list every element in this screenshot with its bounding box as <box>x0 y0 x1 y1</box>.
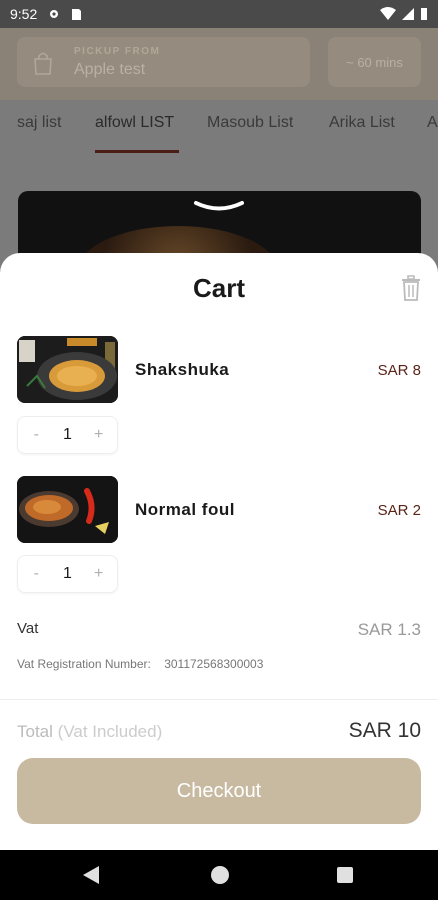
tab-arika-list[interactable]: Arika List <box>329 114 395 132</box>
decrement-button[interactable]: - <box>26 426 46 444</box>
vat-registration-label: Vat Registration Number: <box>17 657 151 671</box>
active-tab-indicator <box>95 150 179 153</box>
quantity-stepper: - 1 + <box>17 555 118 593</box>
total-label-group: Total (Vat Included) <box>17 722 162 742</box>
divider <box>0 699 438 700</box>
pickup-store: Apple test <box>74 61 146 78</box>
shopping-bag-icon <box>34 52 52 75</box>
total-value: SAR 10 <box>348 719 421 742</box>
item-name: Shakshuka <box>135 360 230 379</box>
quantity-stepper: - 1 + <box>17 416 118 454</box>
signal-icon <box>402 8 414 20</box>
home-icon[interactable] <box>211 866 229 884</box>
total-label: Total <box>17 722 53 741</box>
pickup-location-box[interactable]: PICKUP FROM Apple test <box>17 37 310 87</box>
sd-card-icon <box>72 9 82 20</box>
item-name: Normal foul <box>135 500 235 519</box>
vat-registration-number: 301172568300003 <box>164 657 264 671</box>
total-vat-note: (Vat Included) <box>57 722 163 741</box>
chevron-down-icon[interactable] <box>193 200 245 214</box>
vat-value: SAR 1.3 <box>357 620 421 639</box>
eta-box[interactable]: ~ 60 mins <box>328 37 421 87</box>
pickup-label: PICKUP FROM <box>74 46 161 57</box>
checkout-button[interactable]: Checkout <box>17 758 421 824</box>
wifi-icon <box>380 7 396 20</box>
increment-button[interactable]: + <box>89 565 109 583</box>
cart-sheet: Cart Shakshuka SAR 8 - 1 + Normal foul S… <box>0 253 438 850</box>
pickup-header: PICKUP FROM Apple test ~ 60 mins <box>0 28 438 100</box>
vat-registration: Vat Registration Number: 301172568300003 <box>17 657 263 671</box>
cart-title: Cart <box>192 273 245 303</box>
vat-label: Vat <box>17 620 39 637</box>
trash-icon[interactable] <box>399 275 423 301</box>
item-image-normal-foul <box>17 476 118 543</box>
item-price: SAR 8 <box>377 362 421 379</box>
navigation-bar <box>0 850 438 900</box>
increment-button[interactable]: + <box>89 426 109 444</box>
status-time: 9:52 <box>10 6 38 22</box>
item-image-shakshuka <box>17 336 118 403</box>
item-price: SAR 2 <box>377 502 421 519</box>
status-bar: 9:52 <box>0 0 438 28</box>
category-tabs: saj list alfowl LIST Masoub List Arika L… <box>0 100 438 158</box>
recents-icon[interactable] <box>337 867 353 883</box>
tab-saj-list[interactable]: saj list <box>17 114 61 132</box>
settings-icon <box>50 10 59 18</box>
tab-alfowl-list[interactable]: alfowl LIST <box>95 114 174 132</box>
quantity-value: 1 <box>63 426 72 443</box>
battery-icon <box>421 8 427 20</box>
quantity-value: 1 <box>63 565 72 582</box>
back-icon[interactable] <box>83 866 99 884</box>
tab-partial[interactable]: A <box>427 114 438 132</box>
decrement-button[interactable]: - <box>26 565 46 583</box>
tab-masoub-list[interactable]: Masoub List <box>207 114 293 132</box>
